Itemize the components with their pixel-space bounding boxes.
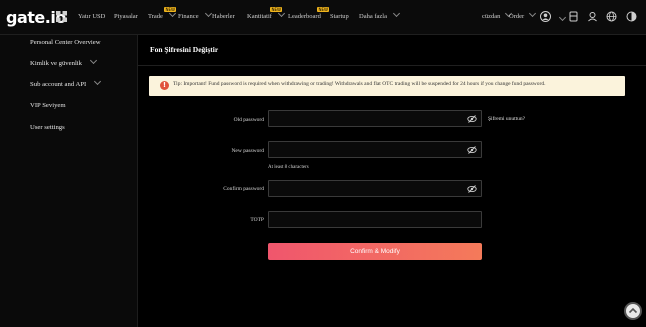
sidebar-item-vip[interactable]: VIP Seviyem: [30, 102, 66, 109]
chevron-down-icon: [392, 9, 401, 18]
tip-text: Tip: Important! Fund password is require…: [173, 81, 546, 87]
nav-quant[interactable]: Kantitatif: [247, 9, 285, 20]
nav-trade[interactable]: Trade: [148, 9, 176, 20]
new-badge: NEW: [270, 7, 283, 12]
chevron-down-icon[interactable]: [558, 13, 567, 22]
new-badge: NEW: [317, 7, 330, 12]
nav-more-label: Daha fazla: [359, 13, 387, 20]
chevron-up-icon: [628, 307, 638, 314]
nav-funds-label: cüzdan: [482, 13, 501, 20]
sidebar-item-label: Kimlik ve güvenlik: [30, 60, 83, 67]
totp-label: TOTP: [250, 217, 264, 223]
chevron-down-icon: [204, 9, 212, 18]
theme-toggle-icon[interactable]: [626, 11, 637, 22]
nav-startup[interactable]: Startup: [330, 13, 349, 20]
sidebar-item-label: Sub account and API: [30, 81, 87, 88]
scroll-to-top-button[interactable]: [624, 302, 642, 320]
warning-tip-banner: ! Tip: Important! Fund password is requi…: [149, 76, 625, 96]
old-password-label: Old password: [233, 117, 264, 123]
confirm-password-label: Confirm password: [223, 186, 264, 192]
sidebar-item-overview[interactable]: Personal Center Overview: [30, 39, 101, 46]
divider: [138, 65, 646, 66]
support-agent-icon[interactable]: [587, 11, 598, 22]
new-password-label: New password: [231, 148, 264, 154]
nav-trade-label: Trade: [148, 13, 163, 20]
nav-quant-label: Kantitatif: [247, 13, 272, 20]
confirm-password-field[interactable]: [268, 180, 482, 197]
password-hint: At least 8 characters: [268, 165, 309, 170]
totp-field[interactable]: [268, 211, 482, 228]
nav-deposit[interactable]: Yatır USD: [78, 13, 105, 20]
confirm-modify-button[interactable]: Confirm & Modify: [268, 243, 482, 260]
nav-markets[interactable]: Piyasalar: [114, 13, 138, 20]
hide-password-icon[interactable]: [467, 184, 477, 194]
old-password-field[interactable]: [268, 110, 482, 127]
download-app-icon[interactable]: [568, 11, 579, 22]
chevron-down-icon: [94, 77, 102, 86]
warning-icon: !: [160, 81, 169, 90]
sidebar-item-user-settings[interactable]: User settings: [30, 124, 65, 131]
page-title: Fon Şifresini Değiştir: [150, 45, 219, 54]
account-sidebar: Personal Center Overview Kimlik ve güven…: [0, 35, 138, 327]
apps-grid-icon[interactable]: [56, 11, 67, 22]
nav-funds[interactable]: cüzdan: [482, 9, 513, 20]
top-navigation-bar: gate.io Yatır USD Piyasalar Trade NEW Fi…: [0, 0, 646, 35]
nav-orders[interactable]: Order: [509, 9, 537, 20]
new-badge: NEW: [164, 7, 177, 12]
chevron-down-icon: [89, 56, 98, 65]
user-avatar-icon[interactable]: [540, 11, 551, 22]
chevron-down-icon: [529, 9, 537, 18]
nav-orders-label: Order: [509, 13, 525, 20]
sidebar-item-security[interactable]: Kimlik ve güvenlik: [30, 56, 98, 67]
forgot-password-link[interactable]: Şifremi unuttun?: [488, 116, 525, 122]
nav-leaderboard[interactable]: Leaderboard: [288, 13, 321, 20]
nav-finance[interactable]: Finance: [178, 9, 212, 20]
nav-finance-label: Finance: [178, 13, 199, 20]
language-globe-icon[interactable]: [606, 11, 617, 22]
hide-password-icon[interactable]: [467, 114, 477, 124]
sidebar-item-subaccount-api[interactable]: Sub account and API: [30, 77, 102, 88]
new-password-field[interactable]: [268, 141, 482, 158]
nav-news[interactable]: Haberler: [212, 13, 235, 20]
hide-password-icon[interactable]: [467, 145, 477, 155]
nav-more[interactable]: Daha fazla: [359, 9, 401, 20]
main-content: Fon Şifresini Değiştir ! Tip: Important!…: [138, 35, 646, 327]
